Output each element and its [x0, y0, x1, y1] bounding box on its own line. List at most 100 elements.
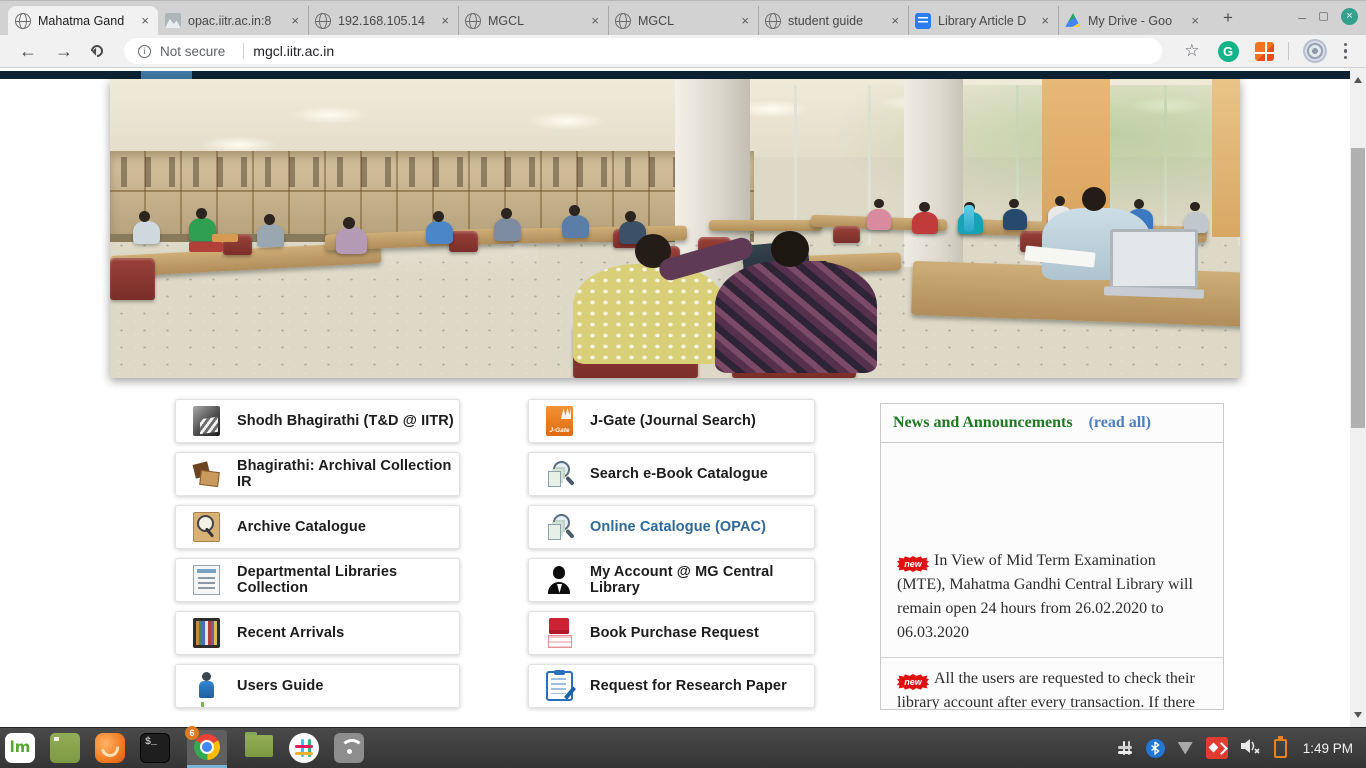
photo-shape: [569, 205, 580, 216]
page-scrollbar[interactable]: [1350, 68, 1366, 727]
quick-link-card[interactable]: Online Catalogue (OPAC): [528, 505, 815, 549]
taskbar-clock[interactable]: 1:49 PM: [1303, 741, 1353, 756]
quick-link-icon: [546, 512, 573, 542]
quick-link-card[interactable]: Bhagirathi: Archival Collection IR: [175, 452, 460, 496]
tab-bar: Mahatma Gand × opac.iitr.ac.in:8 × 192.1…: [0, 0, 1366, 35]
quick-link-icon: [193, 459, 220, 489]
network-app-icon[interactable]: [334, 733, 364, 763]
slack-tray-icon[interactable]: [1116, 739, 1134, 757]
news-item-text: In View of Mid Term Examination (MTE), M…: [897, 552, 1193, 641]
browser-tab[interactable]: student guide ×: [758, 6, 908, 35]
quick-link-icon: [193, 565, 220, 595]
quick-link-icon: [193, 512, 220, 542]
quick-link-label: My Account @ MG Central Library: [590, 564, 814, 596]
tab-favicon: [915, 13, 931, 29]
file-manager-icon[interactable]: [244, 735, 274, 765]
firefox-icon[interactable]: [95, 733, 125, 763]
quick-link-card[interactable]: Shodh Bhagirathi (T&D @ IITR): [175, 399, 460, 443]
mint-menu-icon[interactable]: lm: [5, 733, 35, 763]
browser-tab[interactable]: 192.168.105.14 ×: [308, 6, 458, 35]
quick-link-card[interactable]: My Account @ MG Central Library: [528, 558, 815, 602]
battery-icon[interactable]: [1274, 739, 1287, 758]
photo-shape: [625, 211, 636, 222]
browser-tab[interactable]: Library Article D ×: [908, 6, 1058, 35]
tab-favicon: [15, 13, 31, 29]
minimize-button[interactable]: –: [1298, 12, 1306, 22]
terminal-icon[interactable]: $_: [140, 733, 170, 763]
news-list: newIn View of Mid Term Examination (MTE)…: [881, 540, 1223, 710]
quick-link-card[interactable]: Search e-Book Catalogue: [528, 452, 815, 496]
anydesk-icon[interactable]: [1206, 737, 1228, 759]
url-separator: [243, 43, 244, 59]
url-field[interactable]: i Not secure mgcl.iitr.ac.in: [124, 38, 1162, 64]
photo-shape: [1110, 229, 1198, 289]
quick-link-card[interactable]: Request for Research Paper: [528, 664, 815, 708]
refresh-icon[interactable]: [91, 45, 103, 57]
tab-title: MGCL: [488, 14, 582, 28]
photo-shape: [573, 264, 725, 364]
browser-tab[interactable]: MGCL ×: [608, 6, 758, 35]
tab-close-icon[interactable]: ×: [1039, 13, 1051, 28]
quick-link-card[interactable]: Departmental Libraries Collection: [175, 558, 460, 602]
photo-shape: [196, 208, 207, 219]
photo-shape: [1055, 196, 1065, 206]
quick-link-label: Bhagirathi: Archival Collection IR: [237, 458, 459, 490]
scrollbar-thumb[interactable]: [1351, 148, 1365, 428]
tab-title: My Drive - Goo: [1088, 14, 1182, 28]
browser-tab[interactable]: Mahatma Gand ×: [8, 6, 158, 35]
bookmark-star-icon[interactable]: ☆: [1184, 41, 1199, 61]
slack-icon[interactable]: [289, 733, 319, 763]
bluetooth-icon[interactable]: [1146, 739, 1165, 758]
quick-link-icon: J-Gate: [546, 406, 573, 436]
taskbar-launchers: lm $_ 6: [5, 730, 364, 767]
news-read-all-link[interactable]: (read all): [1089, 414, 1151, 432]
photo-shape: [433, 211, 444, 222]
forward-icon[interactable]: →: [55, 42, 73, 60]
back-icon[interactable]: ←: [19, 42, 37, 60]
tab-close-icon[interactable]: ×: [1189, 13, 1201, 28]
profile-avatar[interactable]: [1303, 39, 1327, 63]
new-tab-button[interactable]: +: [1215, 6, 1241, 30]
tab-close-icon[interactable]: ×: [139, 13, 151, 28]
photo-shape: [291, 106, 369, 124]
extension-icon[interactable]: [1255, 42, 1274, 61]
quick-link-card[interactable]: Archive Catalogue: [175, 505, 460, 549]
photo-shape: [264, 214, 275, 225]
tab-close-icon[interactable]: ×: [889, 13, 901, 28]
close-button[interactable]: ×: [1341, 8, 1358, 25]
photo-shape: [426, 221, 453, 244]
photo-shape: [964, 205, 974, 232]
info-icon[interactable]: i: [138, 45, 151, 58]
quick-link-label: Departmental Libraries Collection: [237, 564, 459, 596]
browser-tab[interactable]: opac.iitr.ac.in:8 ×: [158, 6, 308, 35]
tab-favicon: [1065, 13, 1081, 29]
news-item: newIn View of Mid Term Examination (MTE)…: [881, 540, 1223, 657]
quick-link-card[interactable]: J-Gate J-Gate (Journal Search): [528, 399, 815, 443]
chrome-taskbar-item[interactable]: 6: [187, 730, 227, 767]
quick-link-card[interactable]: Recent Arrivals: [175, 611, 460, 655]
tab-close-icon[interactable]: ×: [289, 13, 301, 28]
tab-close-icon[interactable]: ×: [589, 13, 601, 28]
quick-link-icon: [546, 459, 573, 489]
tab-favicon: [615, 13, 631, 29]
browser-tab[interactable]: MGCL ×: [458, 6, 608, 35]
maximize-button[interactable]: [1319, 12, 1328, 21]
photo-shape: [1212, 79, 1240, 237]
browser-menu-icon[interactable]: [1344, 43, 1348, 60]
tab-title: 192.168.105.14: [338, 14, 432, 28]
volume-muted-icon[interactable]: [1240, 737, 1262, 760]
tab-close-icon[interactable]: ×: [439, 13, 451, 28]
scroll-down-icon[interactable]: [1354, 712, 1362, 722]
grammarly-extension-icon[interactable]: G: [1218, 41, 1239, 62]
scroll-up-icon[interactable]: [1354, 73, 1362, 83]
tab-close-icon[interactable]: ×: [739, 13, 751, 28]
page-top-navbar: [0, 71, 1350, 79]
wifi-icon[interactable]: [1177, 742, 1194, 755]
quick-link-card[interactable]: Book Purchase Request: [528, 611, 815, 655]
quick-link-card[interactable]: Users Guide: [175, 664, 460, 708]
quick-link-label: Shodh Bhagirathi (T&D @ IITR): [237, 413, 454, 429]
show-desktop-icon[interactable]: [50, 733, 80, 763]
browser-tab[interactable]: My Drive - Goo ×: [1058, 6, 1208, 35]
system-tray: 1:49 PM: [1116, 737, 1361, 760]
taskbar: lm $_ 6 1:49 PM: [0, 727, 1366, 768]
